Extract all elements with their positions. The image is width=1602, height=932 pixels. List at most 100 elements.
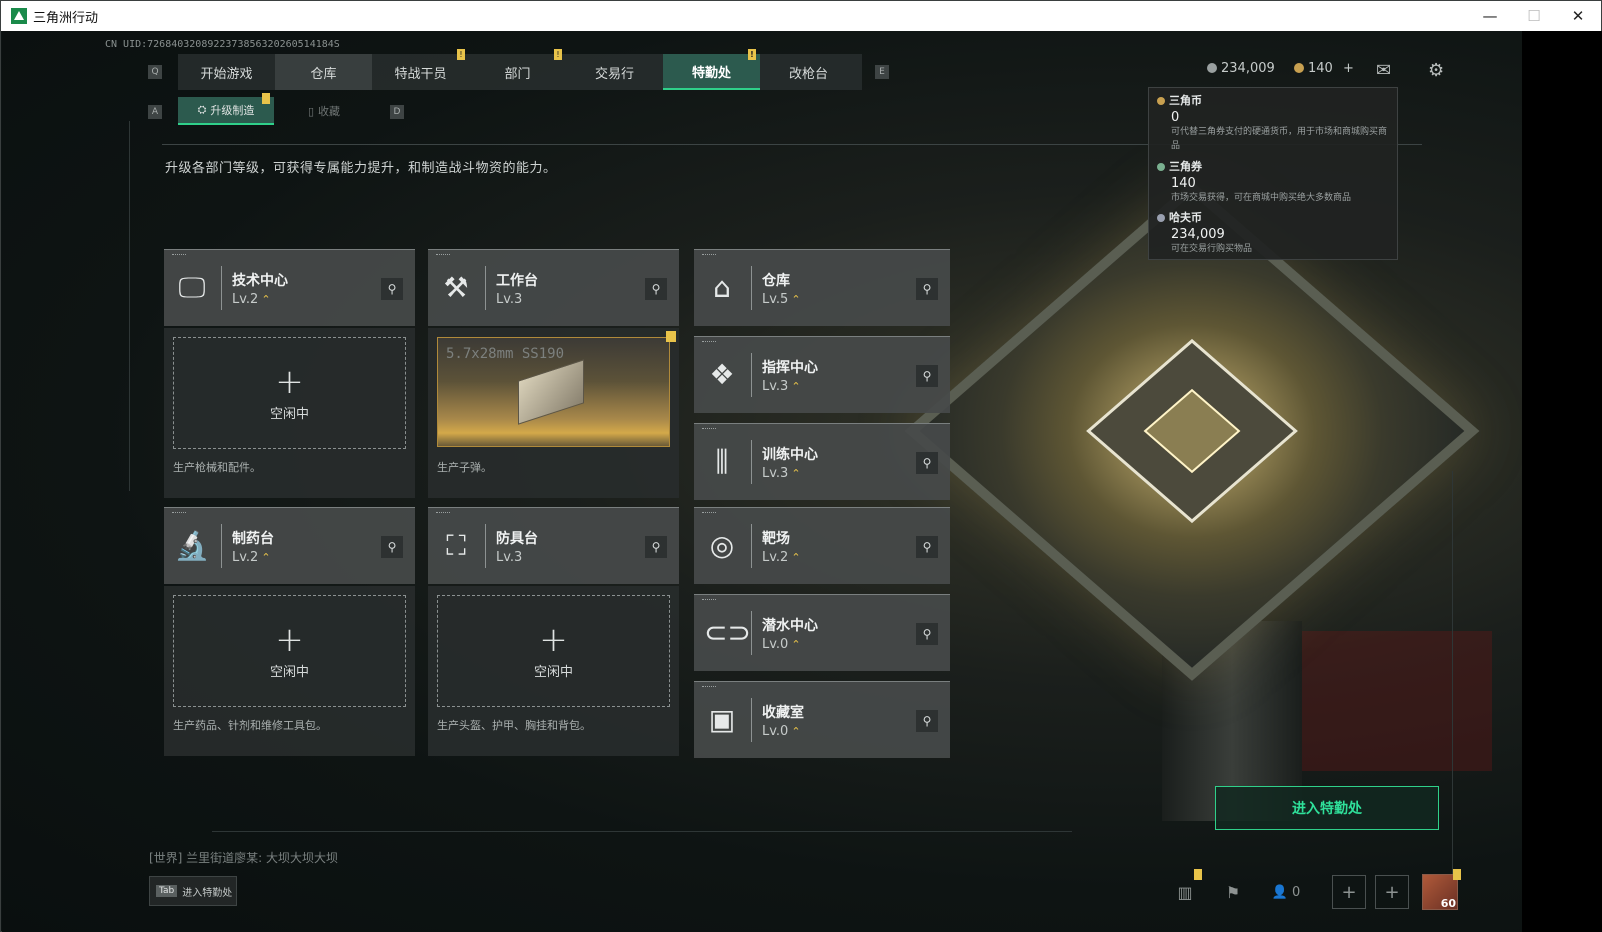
minimize-button[interactable]: —	[1468, 1, 1512, 31]
triangle-coin-icon	[1157, 97, 1165, 105]
production-slot-pharmacy[interactable]: + 空闲中 生产药品、针剂和维修工具包。	[164, 586, 415, 756]
department-card-pharmacy[interactable]: 🔬 制药台 Lv.2 ⌃ ⚲	[164, 507, 415, 584]
user-uid: CN UID:7268403208922373856320260514184S	[105, 39, 340, 50]
production-slot-tech[interactable]: + 空闲中 生产枪械和配件。	[164, 328, 415, 498]
player-avatar[interactable]: 60	[1422, 869, 1461, 910]
window-padding	[1522, 31, 1602, 932]
search-icon[interactable]: ⚲	[916, 710, 938, 732]
department-name: 收藏室	[762, 705, 804, 721]
ammo-box-image	[518, 359, 584, 425]
tab-enter-hint[interactable]: Tab 进入特勤处	[149, 876, 237, 906]
department-level: Lv.3	[496, 292, 523, 307]
upgrade-arrow-icon: ⌃	[791, 467, 801, 480]
upgrade-arrow-icon: ⌃	[791, 725, 801, 738]
search-icon[interactable]: ⚲	[381, 278, 403, 300]
search-icon[interactable]: ⚲	[916, 536, 938, 558]
department-level: Lv.2	[762, 550, 789, 565]
cubes-icon: ⛶	[446, 529, 466, 562]
search-icon[interactable]: ⚲	[916, 365, 938, 387]
subtab-collection[interactable]: ▯ 收藏	[276, 97, 372, 125]
product-name: 5.7x28mm SS190	[446, 346, 565, 362]
department-level: Lv.3	[762, 466, 789, 481]
havoc-currency[interactable]: 234,009	[1207, 61, 1275, 76]
friends-button[interactable]: 👤 0	[1264, 875, 1308, 909]
department-card-collection[interactable]: ▣ 收藏室 Lv.0 ⌃ ⚲	[694, 681, 950, 758]
product-in-progress[interactable]: 5.7x28mm SS190	[437, 331, 676, 447]
enter-special-ops-button[interactable]: 进入特勤处	[1215, 786, 1439, 830]
tab-special-ops[interactable]: 特勤处!	[663, 49, 760, 90]
department-level: Lv.0	[762, 724, 789, 739]
department-level: Lv.0	[762, 637, 789, 652]
plus-icon: +	[275, 619, 304, 660]
slot-description: 生产头盔、护甲、胸挂和背包。	[437, 719, 591, 732]
subtab-upgrade-craft[interactable]: ⛭ 升级制造	[178, 93, 274, 125]
tab-operators[interactable]: 特战干员!	[372, 49, 469, 90]
department-card-tech[interactable]: 🖵 技术中心 Lv.2 ⌃ ⚲	[164, 249, 415, 326]
add-currency-button[interactable]: +	[1343, 61, 1354, 76]
havoc-coin-icon	[1207, 63, 1217, 73]
command-icon: ❖	[709, 358, 735, 391]
department-card-armor[interactable]: ⛶ 防具台 Lv.3 ⚲	[428, 507, 679, 584]
department-card-command[interactable]: ❖ 指挥中心 Lv.3 ⌃ ⚲	[694, 336, 950, 413]
department-name: 防具台	[496, 531, 538, 547]
alert-badge	[262, 93, 270, 104]
department-card-training[interactable]: ⫼ 训练中心 Lv.3 ⌃ ⚲	[694, 423, 950, 500]
add-squad-slot-button[interactable]: +	[1375, 875, 1409, 909]
department-card-range[interactable]: ◎ 靶场 Lv.2 ⌃ ⚲	[694, 507, 950, 584]
department-name: 潜水中心	[762, 618, 818, 634]
department-level: Lv.3	[762, 379, 789, 394]
subnav-next-key: D	[390, 105, 404, 119]
search-icon[interactable]: ⚲	[916, 623, 938, 645]
alert-badge: !	[554, 49, 562, 60]
department-card-workbench[interactable]: ⚒ 工作台 Lv.3 ⚲	[428, 249, 679, 326]
department-card-storage[interactable]: ⌂ 仓库 Lv.5 ⌃ ⚲	[694, 249, 950, 326]
tab-gunsmith[interactable]: 改枪台	[760, 54, 857, 90]
gear-icon[interactable]: ⚙	[1428, 60, 1444, 81]
department-card-diving[interactable]: ⊂⊃ 潜水中心 Lv.0 ⌃ ⚲	[694, 594, 950, 671]
maximize-button[interactable]: ☐	[1512, 1, 1556, 31]
nav-prev-key: Q	[148, 65, 162, 79]
search-icon[interactable]: ⚲	[645, 536, 667, 558]
tab-warehouse[interactable]: 仓库	[275, 54, 372, 90]
search-icon[interactable]: ⚲	[645, 278, 667, 300]
search-icon[interactable]: ⚲	[916, 452, 938, 474]
alert-badge: !	[748, 49, 756, 60]
slot-status: 空闲中	[533, 664, 573, 680]
department-level: Lv.2	[232, 550, 259, 565]
search-icon[interactable]: ⚲	[381, 536, 403, 558]
department-level: Lv.3	[496, 550, 523, 565]
alert-badge: !	[457, 49, 465, 60]
tab-start-game[interactable]: 开始游戏	[178, 54, 275, 90]
coupon-currency[interactable]: 140 +	[1294, 61, 1354, 76]
upgrade-arrow-icon: ⌃	[791, 551, 801, 564]
production-slot-workbench[interactable]: 5.7x28mm SS190 生产子弹。	[428, 328, 679, 498]
collection-tab-icon: ▯	[307, 104, 315, 118]
diving-mask-icon: ⊂⊃	[704, 616, 751, 649]
empty-slot[interactable]: + 空闲中	[173, 595, 406, 707]
add-squad-slot-button[interactable]: +	[1332, 875, 1366, 909]
havoc-coin-icon	[1157, 214, 1165, 222]
alert-badge	[666, 331, 676, 342]
tools-icon: ⚒	[443, 271, 469, 304]
empty-slot[interactable]: + 空闲中	[437, 595, 670, 707]
triangle-coupon-icon	[1157, 163, 1165, 171]
tab-trading[interactable]: 交易行	[566, 54, 663, 90]
close-button[interactable]: ✕	[1556, 1, 1600, 31]
stats-icon[interactable]: ▥	[1170, 875, 1200, 909]
title-bar: 三角洲行动 — ☐ ✕	[1, 1, 1601, 31]
production-slot-armor[interactable]: + 空闲中 生产头盔、护甲、胸挂和背包。	[428, 586, 679, 756]
flag-icon[interactable]: ⚑	[1218, 875, 1248, 909]
upgrade-arrow-icon: ⌃	[261, 551, 271, 564]
alert-badge	[1453, 869, 1461, 880]
search-icon[interactable]: ⚲	[916, 278, 938, 300]
upgrade-arrow-icon: ⌃	[791, 293, 801, 306]
empty-slot[interactable]: + 空闲中	[173, 337, 406, 449]
tab-department[interactable]: 部门!	[469, 49, 566, 90]
mail-icon[interactable]: ✉	[1376, 60, 1391, 81]
plus-icon: +	[275, 361, 304, 402]
department-name: 训练中心	[762, 447, 818, 463]
world-chat-message[interactable]: [世界] 兰里街道廖某: 大坝大坝大坝	[149, 849, 338, 866]
department-name: 指挥中心	[762, 360, 818, 376]
slot-status: 空闲中	[269, 664, 309, 680]
frame-line	[129, 121, 130, 491]
